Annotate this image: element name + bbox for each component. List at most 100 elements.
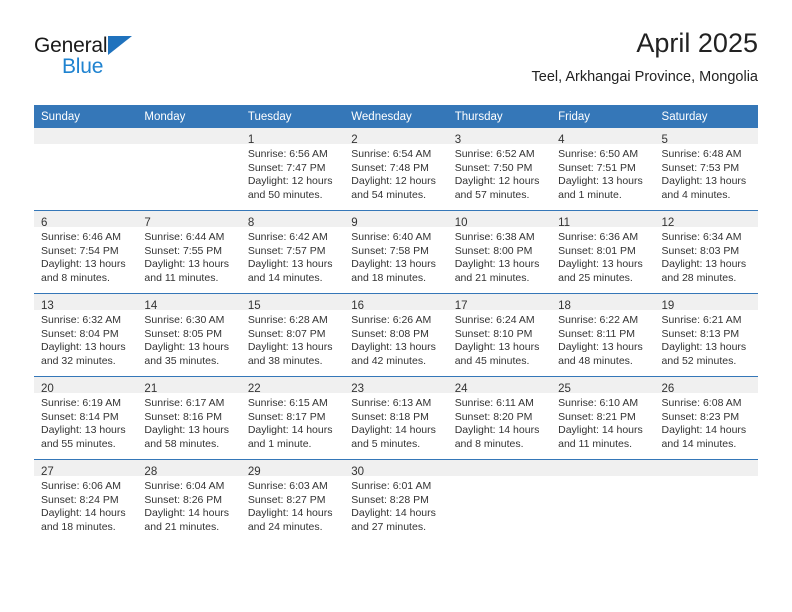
day-cell: 28 Sunrise: 6:04 AM Sunset: 8:26 PM Dayligh… [137,460,241,542]
day-detail-line: and 14 minutes. [661,437,737,450]
calendar-cell-day-14[interactable]: 14 Sunrise: 6:30 AM Sunset: 8:05 PM Dayligh… [137,293,241,377]
day-cell [137,128,241,210]
day-number-band: 27 [34,460,138,478]
calendar-cell-day-5[interactable]: 5 Sunrise: 6:48 AM Sunset: 7:53 PM Daylight… [654,128,758,211]
day-cell: 17 Sunrise: 6:24 AM Sunset: 8:10 PM Dayligh… [447,294,552,376]
calendar-cell-day-28[interactable]: 28 Sunrise: 6:04 AM Sunset: 8:26 PM Dayligh… [137,459,241,542]
weekday-header-friday: Friday [551,105,655,128]
calendar-cell-day-30[interactable]: 30 Sunrise: 6:01 AM Sunset: 8:28 PM Dayligh… [344,459,448,542]
day-detail-line: Sunset: 8:20 PM [454,410,533,423]
day-detail-line: Daylight: 13 hours [144,258,230,271]
weekday-header-sunday: Sunday [34,105,138,128]
day-number-band: 1 [240,128,345,146]
day-number: 23 [351,383,365,395]
day-detail-line: Daylight: 13 hours [351,341,436,354]
weekday-header-saturday: Saturday [654,105,758,128]
day-detail-line: and 18 minutes. [351,271,426,284]
day-number: 10 [454,217,468,229]
calendar-cell-day-20[interactable]: 20 Sunrise: 6:19 AM Sunset: 8:14 PM Dayligh… [34,376,138,460]
calendar-cell-day-6[interactable]: 6 Sunrise: 6:46 AM Sunset: 7:54 PM Daylight… [34,210,138,294]
day-detail-line: Sunset: 8:00 PM [454,244,533,257]
weekday-header-wednesday: Wednesday [344,105,448,128]
day-number-band: 24 [447,377,552,395]
calendar-cell-day-15[interactable]: 15 Sunrise: 6:28 AM Sunset: 8:07 PM Dayligh… [240,293,345,377]
calendar-cell-day-25[interactable]: 25 Sunrise: 6:10 AM Sunset: 8:21 PM Dayligh… [551,376,655,460]
calendar-cell-day-2[interactable]: 2 Sunrise: 6:54 AM Sunset: 7:48 PM Daylight… [344,128,448,211]
logo-secondary-text: Blue [62,55,104,78]
calendar-cell-day-7[interactable]: 7 Sunrise: 6:44 AM Sunset: 7:55 PM Daylight… [137,210,241,294]
calendar-week-row: 13 Sunrise: 6:32 AM Sunset: 8:04 PM Dayligh… [34,293,758,377]
calendar-cell-day-29[interactable]: 29 Sunrise: 6:03 AM Sunset: 8:27 PM Dayligh… [240,459,345,542]
day-detail-line: Sunset: 8:28 PM [351,493,429,506]
day-cell: 25 Sunrise: 6:10 AM Sunset: 8:21 PM Dayligh… [551,377,655,459]
day-detail-line: Daylight: 13 hours [661,175,747,188]
day-details: Sunrise: 6:54 AM Sunset: 7:48 PM Daylight:… [344,144,447,202]
day-number-band: 17 [447,294,552,312]
day-cell [551,460,655,542]
calendar-page: General Blue April 2025 Teel, Arkhangai … [0,0,792,612]
day-number-band: 28 [137,460,241,478]
day-number: 8 [247,217,255,229]
calendar-cell-day-24[interactable]: 24 Sunrise: 6:11 AM Sunset: 8:20 PM Dayligh… [447,376,552,460]
calendar-cell-day-8[interactable]: 8 Sunrise: 6:42 AM Sunset: 7:57 PM Daylight… [240,210,345,294]
day-detail-line: and 55 minutes. [41,437,116,450]
calendar-header-row: Sunday Monday Tuesday Wednesday Thursday Frid… [34,105,758,128]
calendar-cell-day-12[interactable]: 12 Sunrise: 6:34 AM Sunset: 8:03 PM Dayligh… [654,210,758,294]
calendar-cell-day-22[interactable]: 22 Sunrise: 6:15 AM Sunset: 8:17 PM Dayligh… [240,376,345,460]
day-detail-line: Sunset: 8:23 PM [661,410,740,423]
day-cell: 1 Sunrise: 6:56 AM Sunset: 7:47 PM Daylight… [240,128,345,210]
day-detail-line: Sunrise: 6:04 AM [144,480,225,492]
day-cell [654,460,758,542]
day-detail-line: Daylight: 13 hours [247,341,333,354]
day-number-band: 15 [240,294,345,312]
day-detail-line: Sunrise: 6:17 AM [144,397,225,409]
day-detail-line: Daylight: 14 hours [144,507,230,520]
day-detail-line: Daylight: 14 hours [247,424,333,437]
calendar-cell-day-9[interactable]: 9 Sunrise: 6:40 AM Sunset: 7:58 PM Daylight… [344,210,448,294]
calendar-cell-day-21[interactable]: 21 Sunrise: 6:17 AM Sunset: 8:16 PM Dayligh… [137,376,241,460]
calendar-cell-day-4[interactable]: 4 Sunrise: 6:50 AM Sunset: 7:51 PM Daylight… [551,128,655,211]
day-number: 3 [454,134,462,146]
calendar-cell-day-26[interactable]: 26 Sunrise: 6:08 AM Sunset: 8:23 PM Dayligh… [654,376,758,460]
calendar-week-row: 27 Sunrise: 6:06 AM Sunset: 8:24 PM Dayligh… [34,459,758,542]
day-number: 30 [351,466,365,478]
day-detail-line: Sunset: 8:05 PM [144,327,223,340]
day-detail-line: Sunset: 8:24 PM [41,493,119,506]
day-cell: 12 Sunrise: 6:34 AM Sunset: 8:03 PM Dayligh… [654,211,758,293]
day-number-band [447,460,552,476]
calendar-cell-day-16[interactable]: 16 Sunrise: 6:26 AM Sunset: 8:08 PM Dayligh… [344,293,448,377]
calendar-cell-day-10[interactable]: 10 Sunrise: 6:38 AM Sunset: 8:00 PM Dayligh… [447,210,552,294]
calendar-cell-day-27[interactable]: 27 Sunrise: 6:06 AM Sunset: 8:24 PM Dayligh… [34,459,138,542]
calendar-cell-day-23[interactable]: 23 Sunrise: 6:13 AM Sunset: 8:18 PM Dayligh… [344,376,448,460]
page-title: April 2025 [636,28,758,58]
day-detail-line: Daylight: 13 hours [144,341,230,354]
day-cell: 15 Sunrise: 6:28 AM Sunset: 8:07 PM Dayligh… [240,294,345,376]
day-detail-line: Daylight: 13 hours [558,258,643,271]
day-detail-line: and 42 minutes. [351,354,426,367]
day-details: Sunrise: 6:26 AM Sunset: 8:08 PM Daylight:… [344,310,447,368]
day-number: 25 [558,383,571,395]
day-details: Sunrise: 6:19 AM Sunset: 8:14 PM Daylight:… [34,393,137,451]
day-details [448,476,551,480]
calendar-cell-day-11[interactable]: 11 Sunrise: 6:36 AM Sunset: 8:01 PM Dayligh… [551,210,655,294]
day-number: 26 [661,383,675,395]
day-detail-line: Daylight: 13 hours [454,341,540,354]
day-detail-line: Daylight: 13 hours [558,175,643,188]
day-details: Sunrise: 6:10 AM Sunset: 8:21 PM Daylight:… [551,393,654,451]
calendar-cell-day-17[interactable]: 17 Sunrise: 6:24 AM Sunset: 8:10 PM Dayligh… [447,293,552,377]
day-detail-line: Sunset: 8:04 PM [41,327,119,340]
day-detail-line: Sunset: 7:54 PM [41,244,119,257]
calendar-cell-day-3[interactable]: 3 Sunrise: 6:52 AM Sunset: 7:50 PM Daylight… [447,128,552,211]
calendar-cell-day-19[interactable]: 19 Sunrise: 6:21 AM Sunset: 8:13 PM Dayligh… [654,293,758,377]
day-number-band: 21 [137,377,241,395]
day-number-band: 2 [344,128,448,146]
day-number: 18 [558,300,571,312]
calendar-cell-day-18[interactable]: 18 Sunrise: 6:22 AM Sunset: 8:11 PM Dayligh… [551,293,655,377]
day-detail-line: Sunset: 8:08 PM [351,327,429,340]
calendar-cell-day-1[interactable]: 1 Sunrise: 6:56 AM Sunset: 7:47 PM Daylight… [240,128,345,211]
calendar-cell-day-13[interactable]: 13 Sunrise: 6:32 AM Sunset: 8:04 PM Dayligh… [34,293,138,377]
day-detail-line: Sunrise: 6:38 AM [454,231,535,243]
day-number-band: 18 [551,294,655,312]
day-cell: 9 Sunrise: 6:40 AM Sunset: 7:58 PM Daylight… [344,211,448,293]
day-number: 20 [41,383,54,395]
